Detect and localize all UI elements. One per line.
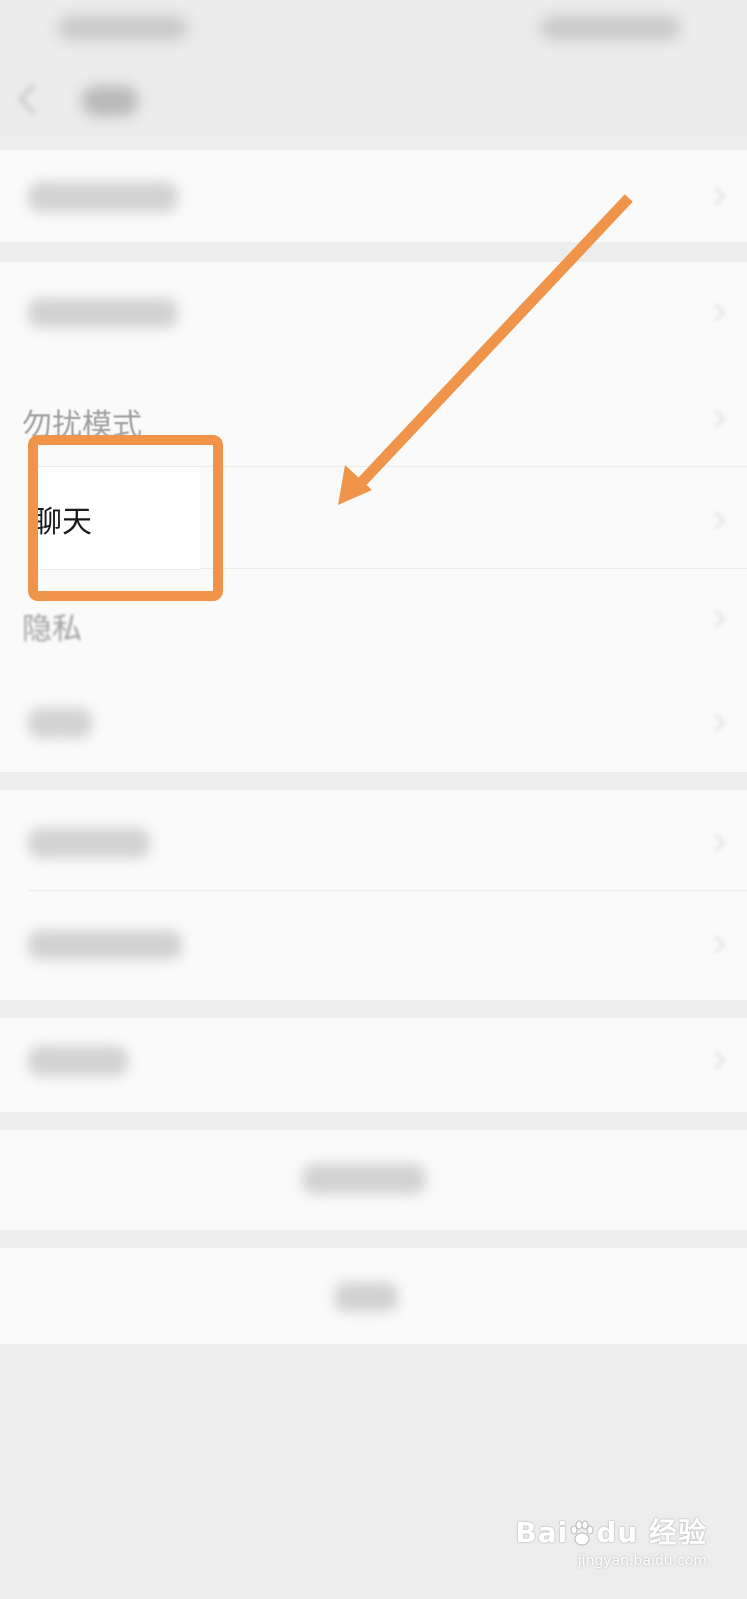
watermark-logo: Bai du 经验 xyxy=(515,1511,707,1551)
baidu-paw-icon xyxy=(568,1520,596,1548)
row-label-chat: 聊天 xyxy=(38,505,92,540)
row-label-blur xyxy=(28,182,178,212)
row-label-blur xyxy=(28,298,178,328)
button-label-blur xyxy=(302,1164,426,1194)
row-label-blur xyxy=(28,828,150,858)
button-label-blur xyxy=(334,1282,398,1312)
settings-card-6[interactable] xyxy=(0,1018,747,1112)
settings-card-2[interactable] xyxy=(0,262,747,372)
status-bar xyxy=(0,0,747,58)
chevron-right-icon xyxy=(707,187,726,206)
page-title-blur xyxy=(82,86,138,116)
row-label-do-not-disturb: 勿扰模式 xyxy=(22,408,142,443)
chevron-right-icon xyxy=(707,409,726,428)
chevron-right-icon xyxy=(707,935,726,954)
logout-button[interactable] xyxy=(0,1248,747,1344)
row-do-not-disturb[interactable]: 勿扰模式 xyxy=(22,400,162,444)
chevron-right-icon xyxy=(707,609,726,628)
watermark-logo-suffix: 经验 xyxy=(648,1516,707,1549)
row-chat[interactable]: 聊天 xyxy=(38,466,200,570)
settings-card-1[interactable] xyxy=(0,150,747,242)
watermark-logo-text: Bai xyxy=(515,1516,569,1549)
chevron-right-icon xyxy=(707,303,726,322)
row-label-blur xyxy=(28,708,92,738)
watermark-url: jingyan.baidu.com xyxy=(577,1553,707,1569)
row-label-blur xyxy=(28,1046,128,1076)
row-label-blur xyxy=(28,930,182,960)
row-privacy[interactable]: 隐私 xyxy=(22,604,102,648)
chevron-right-icon xyxy=(707,1051,726,1070)
settings-card-5 xyxy=(0,790,747,1000)
chevron-right-icon xyxy=(707,511,726,530)
chevron-right-icon xyxy=(707,833,726,852)
switch-account-button[interactable] xyxy=(0,1130,747,1230)
settings-card-4[interactable] xyxy=(0,670,747,772)
baidu-jingyan-watermark: Bai du 经验 jingyan.baidu.com xyxy=(515,1511,707,1569)
chevron-right-icon xyxy=(707,713,726,732)
row-divider xyxy=(28,890,747,891)
row-label-privacy: 隐私 xyxy=(22,612,82,647)
status-bar-left-blur xyxy=(58,16,188,40)
status-bar-right-blur xyxy=(540,16,680,40)
watermark-logo-text-2: du xyxy=(596,1516,639,1549)
